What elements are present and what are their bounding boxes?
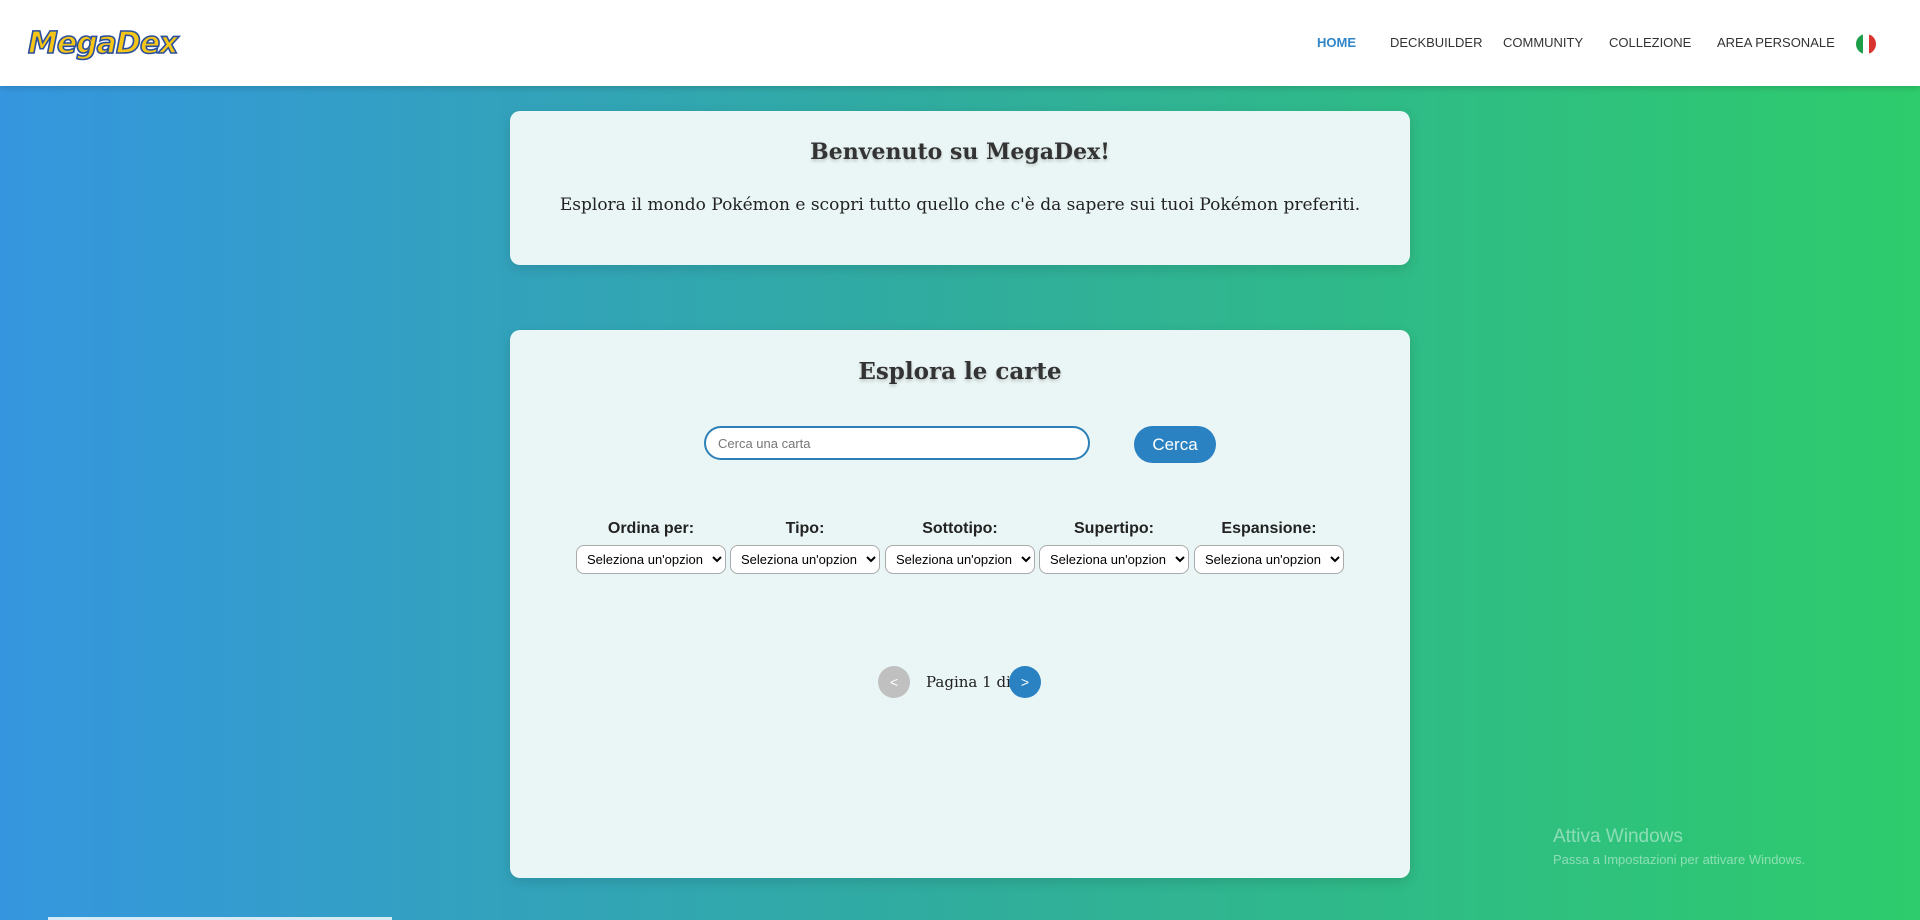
nav-link-deckbuilder[interactable]: DECKBUILDER xyxy=(1390,35,1482,50)
sort-select[interactable]: Seleziona un'opzione xyxy=(576,545,726,574)
prev-page-button[interactable]: < xyxy=(878,666,910,698)
watermark-subtitle: Passa a Impostazioni per attivare Window… xyxy=(1553,852,1806,867)
filter-label: Espansione: xyxy=(1221,520,1317,537)
search-input[interactable] xyxy=(704,426,1090,460)
page-indicator: Pagina 1 di xyxy=(926,673,1011,691)
supertype-select[interactable]: Seleziona un'opzione xyxy=(1039,545,1189,574)
welcome-card: Benvenuto su MegaDex! Esplora il mondo P… xyxy=(510,111,1410,265)
explore-title: Esplora le carte xyxy=(858,358,1062,385)
nav-link-community[interactable]: COMMUNITY xyxy=(1503,35,1583,50)
filter-label: Sottotipo: xyxy=(922,520,998,537)
filter-supertipo: Supertipo: Seleziona un'opzione xyxy=(1039,520,1189,574)
filter-ordina-per: Ordina per: Seleziona un'opzione xyxy=(576,520,726,574)
nav-link-area-personale[interactable]: AREA PERSONALE xyxy=(1717,35,1835,50)
watermark-title: Attiva Windows xyxy=(1553,826,1683,847)
filter-espansione: Espansione: Seleziona un'opzione xyxy=(1194,520,1344,574)
expansion-select[interactable]: Seleziona un'opzione xyxy=(1194,545,1344,574)
filter-label: Ordina per: xyxy=(607,520,695,537)
type-select[interactable]: Seleziona un'opzione xyxy=(730,545,880,574)
welcome-title: Benvenuto su MegaDex! xyxy=(810,139,1110,165)
nav-link-collezione[interactable]: COLLEZIONE xyxy=(1609,35,1691,50)
windows-activation-watermark: Attiva Windows Passa a Impostazioni per … xyxy=(1553,826,1805,867)
megadex-logo[interactable]: MegaDex xyxy=(27,25,179,70)
navbar: MegaDex HOME DECKBUILDER COMMUNITY COLLE… xyxy=(0,0,1920,86)
subtype-select[interactable]: Seleziona un'opzione xyxy=(885,545,1035,574)
welcome-text: Esplora il mondo Pokémon e scopri tutto … xyxy=(559,195,1361,215)
explore-card: Esplora le carte Cerca Ordina per: Selez… xyxy=(510,330,1410,878)
filter-tipo: Tipo: Seleziona un'opzione xyxy=(730,520,880,574)
italy-flag-icon[interactable] xyxy=(1856,34,1876,54)
search-button[interactable]: Cerca xyxy=(1134,426,1216,463)
filter-sottotipo: Sottotipo: Seleziona un'opzione xyxy=(885,520,1035,574)
nav-link-home[interactable]: HOME xyxy=(1317,35,1356,50)
filter-label: Supertipo: xyxy=(1074,520,1154,537)
filter-label: Tipo: xyxy=(785,520,825,537)
next-page-button[interactable]: > xyxy=(1009,666,1041,698)
